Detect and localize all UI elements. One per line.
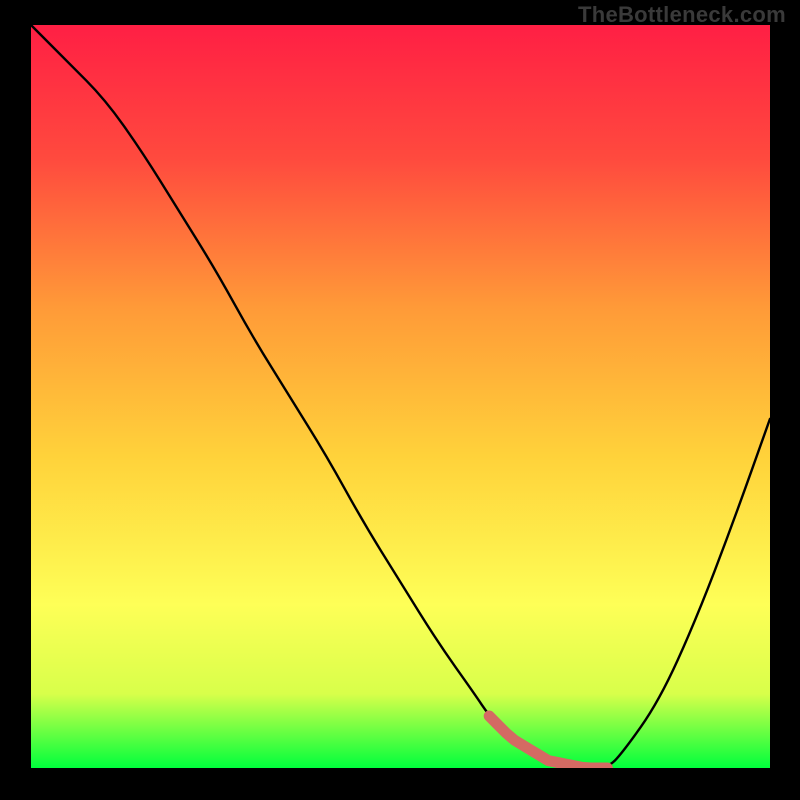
watermark-text: TheBottleneck.com	[578, 2, 786, 28]
gradient-background	[31, 25, 770, 768]
plot-area	[31, 25, 770, 768]
chart-svg	[31, 25, 770, 768]
chart-frame: TheBottleneck.com	[0, 0, 800, 800]
